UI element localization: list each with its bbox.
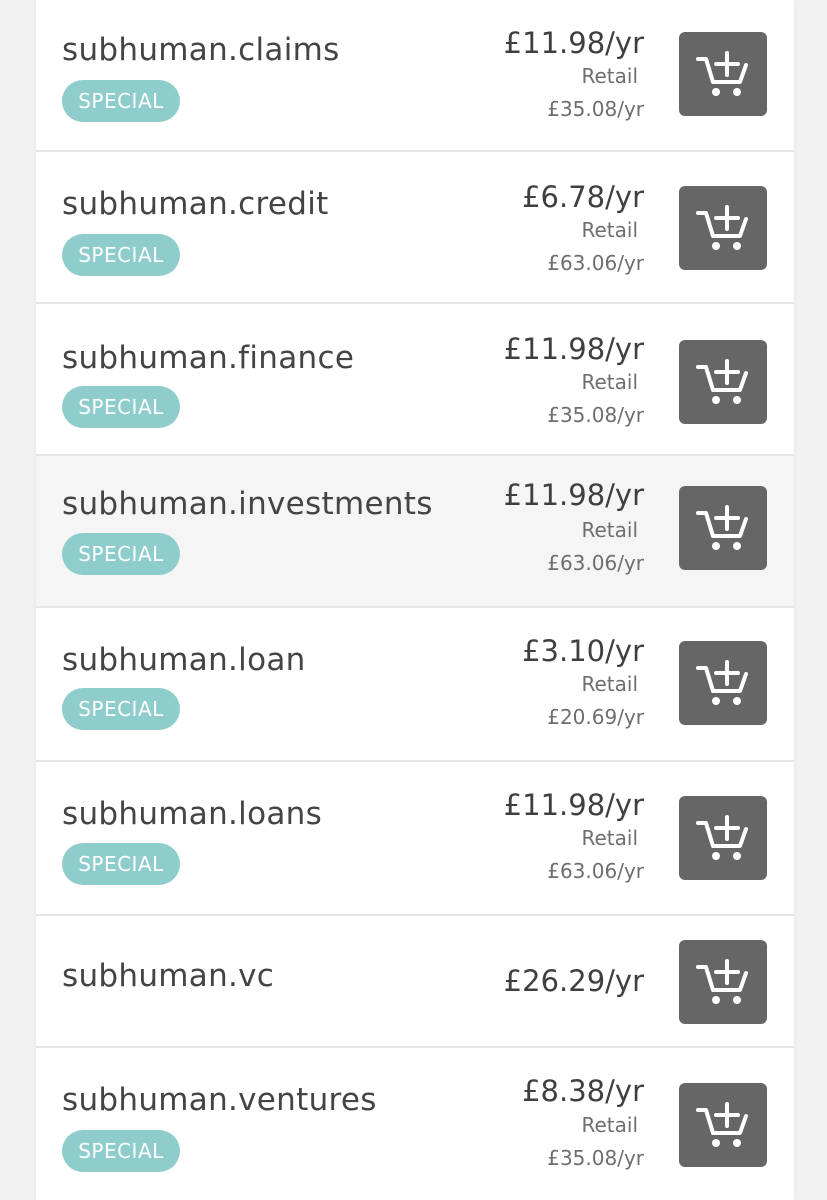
domain-row: subhuman.ventures SPECIAL £8.38/yr Retai… <box>36 1048 794 1200</box>
retail-price: £35.08/yr <box>547 403 644 427</box>
domain-row: subhuman.vc £26.29/yr <box>36 916 794 1048</box>
add-to-cart-button[interactable] <box>679 796 767 880</box>
add-to-cart-button[interactable] <box>679 486 767 570</box>
retail-price: £63.06/yr <box>547 859 644 883</box>
price: £11.98/yr <box>503 478 644 512</box>
special-badge: SPECIAL <box>62 688 180 730</box>
retail-label: Retail <box>581 218 638 242</box>
special-badge: SPECIAL <box>62 1130 180 1172</box>
add-to-cart-button[interactable] <box>679 186 767 270</box>
domain-results-list: subhuman.claims SPECIAL £11.98/yr Retail… <box>36 0 794 1200</box>
add-to-cart-button[interactable] <box>679 340 767 424</box>
price: £11.98/yr <box>503 332 644 366</box>
domain-name[interactable]: subhuman.claims <box>62 32 340 68</box>
retail-label: Retail <box>581 518 638 542</box>
domain-row: subhuman.claims SPECIAL £11.98/yr Retail… <box>36 0 794 152</box>
domain-row: subhuman.loans SPECIAL £11.98/yr Retail … <box>36 762 794 916</box>
domain-row: subhuman.investments SPECIAL £11.98/yr R… <box>36 456 794 608</box>
add-to-cart-button[interactable] <box>679 32 767 116</box>
add-to-cart-button[interactable] <box>679 940 767 1024</box>
add-to-cart-icon <box>696 815 748 860</box>
domain-name[interactable]: subhuman.credit <box>62 186 329 222</box>
price: £11.98/yr <box>503 26 644 60</box>
special-badge: SPECIAL <box>62 843 180 885</box>
retail-label: Retail <box>581 64 638 88</box>
domain-name[interactable]: subhuman.ventures <box>62 1082 377 1118</box>
add-to-cart-icon <box>696 359 748 404</box>
add-to-cart-button[interactable] <box>679 1083 767 1167</box>
domain-row: subhuman.finance SPECIAL £11.98/yr Retai… <box>36 304 794 456</box>
add-to-cart-button[interactable] <box>679 641 767 725</box>
special-badge: SPECIAL <box>62 80 180 122</box>
retail-label: Retail <box>581 370 638 394</box>
add-to-cart-icon <box>696 959 748 1004</box>
price: £11.98/yr <box>503 788 644 822</box>
price: £6.78/yr <box>522 180 644 214</box>
domain-name[interactable]: subhuman.loans <box>62 796 322 832</box>
special-badge: SPECIAL <box>62 533 180 575</box>
price: £8.38/yr <box>522 1074 644 1108</box>
domain-row: subhuman.credit SPECIAL £6.78/yr Retail … <box>36 152 794 304</box>
special-badge: SPECIAL <box>62 386 180 428</box>
add-to-cart-icon <box>696 51 748 96</box>
price: £3.10/yr <box>522 634 644 668</box>
domain-row: subhuman.loan SPECIAL £3.10/yr Retail £2… <box>36 608 794 762</box>
domain-name[interactable]: subhuman.loan <box>62 642 306 678</box>
retail-price: £20.69/yr <box>547 705 644 729</box>
retail-label: Retail <box>581 672 638 696</box>
retail-label: Retail <box>581 1113 638 1137</box>
retail-price: £35.08/yr <box>547 1146 644 1170</box>
special-badge: SPECIAL <box>62 234 180 276</box>
add-to-cart-icon <box>696 660 748 705</box>
price: £26.29/yr <box>503 964 644 998</box>
domain-name[interactable]: subhuman.vc <box>62 958 274 994</box>
add-to-cart-icon <box>696 1102 748 1147</box>
domain-name[interactable]: subhuman.finance <box>62 340 354 376</box>
domain-name[interactable]: subhuman.investments <box>62 486 433 522</box>
retail-price: £63.06/yr <box>547 251 644 275</box>
retail-label: Retail <box>581 826 638 850</box>
add-to-cart-icon <box>696 505 748 550</box>
retail-price: £35.08/yr <box>547 97 644 121</box>
add-to-cart-icon <box>696 205 748 250</box>
retail-price: £63.06/yr <box>547 551 644 575</box>
